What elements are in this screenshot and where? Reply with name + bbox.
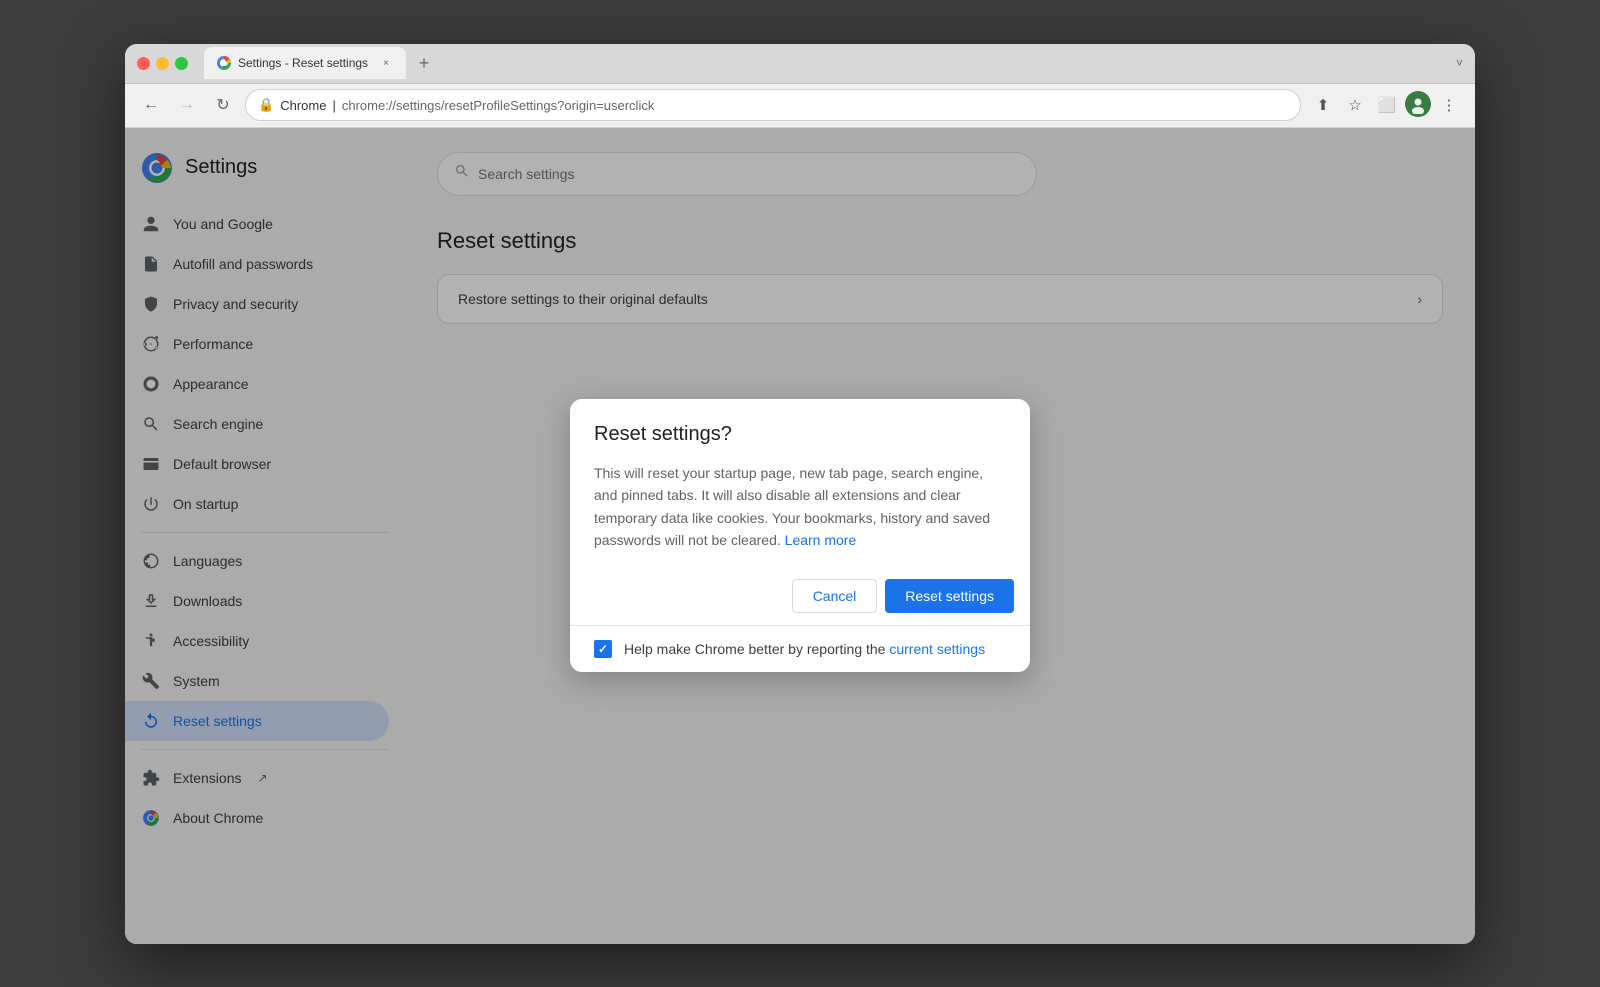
dialog-footer: ✓ Help make Chrome better by reporting t… [570,625,1030,672]
reset-settings-button[interactable]: Reset settings [885,579,1014,613]
close-button[interactable] [137,57,150,70]
tab-title: Settings - Reset settings [238,56,368,70]
tab-close-button[interactable]: × [378,55,394,71]
dialog-title: Reset settings? [594,423,1006,446]
address-separator: | [332,98,335,113]
checkmark-icon: ✓ [598,642,608,656]
address-url: chrome://settings/resetProfileSettings?o… [342,98,655,113]
content-area: Settings You and Google Autofill and pas… [125,128,1475,944]
reset-dialog: Reset settings? This will reset your sta… [570,399,1030,673]
browser-window: Settings - Reset settings × + ˅ ← → ↻ 🔒 … [125,44,1475,944]
help-checkbox[interactable]: ✓ [594,640,612,658]
bookmark-button[interactable]: ☆ [1341,91,1369,119]
current-settings-link[interactable]: current settings [889,641,985,657]
tab-overview-button[interactable]: ⬜ [1373,91,1401,119]
tab-bar: Settings - Reset settings × + ˅ [204,47,1463,79]
minimize-button[interactable] [156,57,169,70]
address-site-label: Chrome [280,98,326,113]
dialog-content: Reset settings? This will reset your sta… [570,399,1030,568]
cancel-button[interactable]: Cancel [792,579,878,613]
traffic-lights [137,57,188,70]
share-button[interactable]: ⬆ [1309,91,1337,119]
tab-chevron-icon[interactable]: ˅ [1456,56,1463,70]
address-bar[interactable]: 🔒 Chrome | chrome://settings/resetProfil… [245,89,1301,121]
reload-button[interactable]: ↻ [209,91,237,119]
forward-button[interactable]: → [173,91,201,119]
active-tab[interactable]: Settings - Reset settings × [204,47,406,79]
menu-button[interactable]: ⋮ [1435,91,1463,119]
overlay[interactable]: Reset settings? This will reset your sta… [125,128,1475,944]
maximize-button[interactable] [175,57,188,70]
footer-text-content: Help make Chrome better by reporting the [624,641,889,657]
profile-avatar [1408,94,1428,114]
footer-text: Help make Chrome better by reporting the… [624,641,985,657]
address-lock-icon: 🔒 [258,97,274,113]
learn-more-link[interactable]: Learn more [785,532,857,548]
new-tab-button[interactable]: + [410,49,438,77]
tab-favicon [216,55,232,71]
back-button[interactable]: ← [137,91,165,119]
profile-button[interactable] [1405,91,1431,117]
nav-actions: ⬆ ☆ ⬜ ⋮ [1309,91,1463,119]
nav-bar: ← → ↻ 🔒 Chrome | chrome://settings/reset… [125,84,1475,128]
dialog-body: This will reset your startup page, new t… [594,462,1006,552]
dialog-actions: Cancel Reset settings [570,567,1030,625]
title-bar: Settings - Reset settings × + ˅ [125,44,1475,84]
